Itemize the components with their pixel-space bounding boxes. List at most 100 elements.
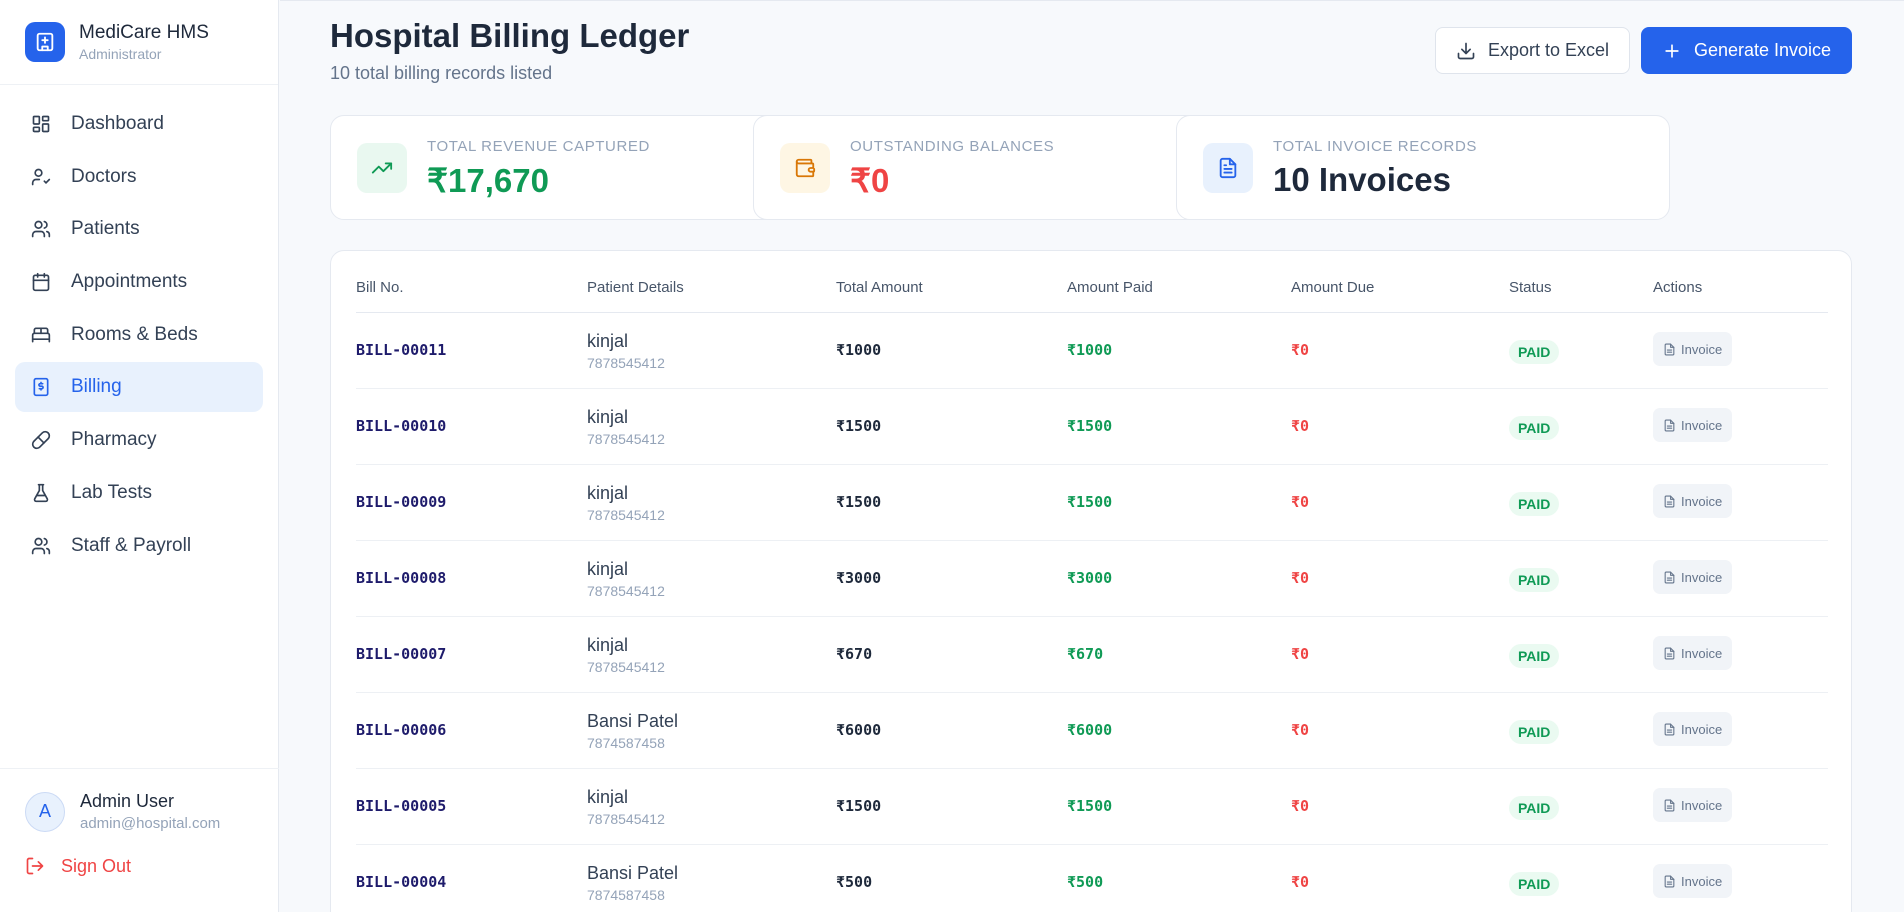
bill-number: BILL-00005 bbox=[356, 797, 447, 815]
sign-out-button[interactable]: Sign Out bbox=[25, 855, 254, 877]
page-title: Hospital Billing Ledger bbox=[330, 17, 690, 54]
patient-name: kinjal bbox=[587, 407, 629, 427]
sidebar-item-billing[interactable]: Billing bbox=[15, 362, 263, 413]
main-content: Hospital Billing Ledger 10 total billing… bbox=[280, 0, 1904, 912]
column-header: Bill No. bbox=[356, 279, 404, 296]
sidebar-item-lab-tests[interactable]: Lab Tests bbox=[15, 468, 263, 518]
dashboard-icon bbox=[30, 113, 52, 135]
patient-name: Bansi Patel bbox=[587, 863, 679, 883]
amount-due: ₹0 bbox=[1291, 493, 1310, 511]
table-row[interactable]: BILL-00009 kinjal 7878545412 ₹1500 ₹1500 ₹0 PA… bbox=[356, 465, 1828, 541]
status-badge: PAID bbox=[1509, 416, 1560, 440]
patient-phone: 7874587458 bbox=[587, 735, 665, 751]
invoice-label: Invoice bbox=[1681, 797, 1723, 813]
column-header: Actions bbox=[1653, 279, 1703, 296]
invoice-label: Invoice bbox=[1681, 873, 1723, 889]
sidebar-item-staff-payroll[interactable]: Staff & Payroll bbox=[15, 521, 263, 571]
doctor-icon bbox=[30, 166, 52, 188]
patients-icon bbox=[30, 218, 52, 240]
sidebar-footer: A Admin User admin@hospital.com Sign Out bbox=[0, 768, 279, 912]
table-row[interactable]: BILL-00004 Bansi Patel 7874587458 ₹500 ₹500 ₹… bbox=[356, 845, 1828, 912]
amount-paid: ₹1500 bbox=[1067, 417, 1113, 435]
bill-number: BILL-00010 bbox=[356, 417, 447, 435]
bill-number: BILL-00011 bbox=[356, 341, 447, 359]
invoice-button[interactable]: Invoice bbox=[1653, 788, 1733, 822]
download-icon bbox=[1456, 41, 1476, 61]
invoice-button[interactable]: Invoice bbox=[1653, 560, 1733, 594]
amount-paid: ₹6000 bbox=[1067, 721, 1113, 739]
generate-invoice-button[interactable]: Generate Invoice bbox=[1641, 27, 1852, 74]
calendar-icon bbox=[30, 271, 52, 293]
amount-paid: ₹1500 bbox=[1067, 797, 1113, 815]
total-amount: ₹1500 bbox=[836, 797, 882, 815]
total-amount: ₹1500 bbox=[836, 417, 882, 435]
sidebar-item-dashboard[interactable]: Dashboard bbox=[15, 99, 263, 149]
patient-phone: 7878545412 bbox=[587, 811, 665, 827]
amount-due: ₹0 bbox=[1291, 341, 1310, 359]
stat-value: 10 Invoices bbox=[1273, 161, 1451, 198]
user-profile[interactable]: A Admin User admin@hospital.com bbox=[25, 791, 254, 832]
status-badge: PAID bbox=[1509, 796, 1560, 820]
amount-paid: ₹500 bbox=[1067, 873, 1104, 891]
invoice-button[interactable]: Invoice bbox=[1653, 712, 1733, 746]
sign-out-label: Sign Out bbox=[61, 855, 132, 876]
bed-icon bbox=[30, 324, 52, 346]
invoice-button[interactable]: Invoice bbox=[1653, 864, 1733, 898]
sidebar-item-label: Rooms & Beds bbox=[71, 323, 198, 345]
table-row[interactable]: BILL-00006 Bansi Patel 7874587458 ₹6000 ₹600… bbox=[356, 693, 1828, 769]
invoice-label: Invoice bbox=[1681, 341, 1723, 357]
patient-name: kinjal bbox=[587, 483, 629, 503]
hospital-logo-icon bbox=[25, 22, 65, 62]
document-icon bbox=[1663, 647, 1676, 660]
status-badge: PAID bbox=[1509, 644, 1560, 668]
status-badge: PAID bbox=[1509, 492, 1560, 516]
table-row[interactable]: BILL-00005 kinjal 7878545412 ₹1500 ₹1500 ₹0 PA… bbox=[356, 769, 1828, 845]
invoice-button[interactable]: Invoice bbox=[1653, 636, 1733, 670]
status-badge: PAID bbox=[1509, 340, 1560, 364]
document-icon bbox=[1663, 875, 1676, 888]
export-excel-button[interactable]: Export to Excel bbox=[1435, 27, 1630, 74]
sidebar-item-appointments[interactable]: Appointments bbox=[15, 257, 263, 307]
amount-paid: ₹1000 bbox=[1067, 341, 1113, 359]
patient-name: kinjal bbox=[587, 635, 629, 655]
patient-phone: 7878545412 bbox=[587, 355, 665, 371]
wallet-icon bbox=[780, 143, 830, 193]
sidebar: MediCare HMS Administrator Dashboard Doct… bbox=[0, 0, 279, 912]
page-subtitle: 10 total billing records listed bbox=[330, 63, 553, 83]
invoice-button[interactable]: Invoice bbox=[1653, 408, 1733, 442]
bill-number: BILL-00006 bbox=[356, 721, 447, 739]
amount-paid: ₹1500 bbox=[1067, 493, 1113, 511]
patient-phone: 7878545412 bbox=[587, 431, 665, 447]
pill-icon bbox=[30, 429, 52, 451]
invoice-button[interactable]: Invoice bbox=[1653, 332, 1733, 366]
plus-icon bbox=[1662, 41, 1682, 61]
trending-up-icon bbox=[357, 143, 407, 193]
column-header: Total Amount bbox=[836, 279, 923, 296]
table-row[interactable]: BILL-00007 kinjal 7878545412 ₹670 ₹670 ₹0 PAID… bbox=[356, 617, 1828, 693]
table-row[interactable]: BILL-00011 kinjal 7878545412 ₹1000 ₹1000 ₹0 PA… bbox=[356, 313, 1828, 389]
patient-name: kinjal bbox=[587, 331, 629, 351]
invoice-label: Invoice bbox=[1681, 721, 1723, 737]
document-icon bbox=[1663, 571, 1676, 584]
document-icon bbox=[1663, 723, 1676, 736]
sidebar-item-pharmacy[interactable]: Pharmacy bbox=[15, 415, 263, 465]
flask-icon bbox=[30, 482, 52, 504]
sidebar-item-label: Pharmacy bbox=[71, 429, 157, 451]
stat-card: TOTAL INVOICE RECORDS 10 Invoices bbox=[1176, 115, 1670, 220]
table-row[interactable]: BILL-00010 kinjal 7878545412 ₹1500 ₹1500 ₹0 PA… bbox=[356, 389, 1828, 465]
amount-due: ₹0 bbox=[1291, 797, 1310, 815]
patient-phone: 7878545412 bbox=[587, 659, 665, 675]
sidebar-item-patients[interactable]: Patients bbox=[15, 204, 263, 254]
table-row[interactable]: BILL-00008 kinjal 7878545412 ₹3000 ₹3000 ₹0 PA… bbox=[356, 541, 1828, 617]
stat-value: ₹0 bbox=[850, 162, 890, 199]
sidebar-item-rooms-beds[interactable]: Rooms & Beds bbox=[15, 310, 263, 360]
brand: MediCare HMS Administrator bbox=[0, 0, 278, 85]
stat-label: TOTAL INVOICE RECORDS bbox=[1273, 138, 1478, 155]
sidebar-item-label: Staff & Payroll bbox=[71, 534, 192, 556]
staff-icon bbox=[30, 535, 52, 557]
column-header: Amount Paid bbox=[1067, 279, 1153, 296]
column-header: Amount Due bbox=[1291, 279, 1375, 296]
sidebar-item-doctors[interactable]: Doctors bbox=[15, 152, 263, 202]
bill-number: BILL-00004 bbox=[356, 873, 447, 891]
invoice-button[interactable]: Invoice bbox=[1653, 484, 1733, 518]
